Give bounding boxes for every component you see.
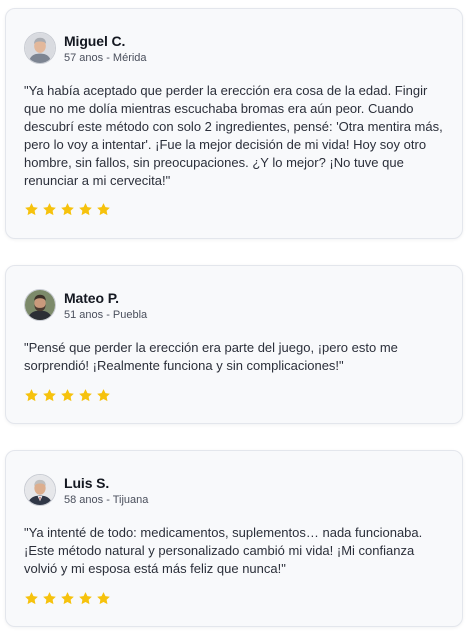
star-icon	[97, 203, 110, 216]
star-icon	[97, 592, 110, 605]
star-icon	[43, 389, 56, 402]
star-rating	[24, 591, 111, 606]
review-text: "Ya intenté de todo: medicamentos, suple…	[24, 525, 423, 576]
star-icon	[25, 203, 38, 216]
avatar	[24, 474, 56, 506]
star-rating	[24, 388, 111, 403]
star-rating	[24, 202, 111, 217]
star-icon	[43, 592, 56, 605]
star-icon	[79, 592, 92, 605]
star-icon	[79, 389, 92, 402]
review-header: Miguel C. 57 anos - Mérida	[24, 31, 147, 65]
star-icon	[43, 203, 56, 216]
man-avatar-icon	[25, 290, 55, 320]
reviewer-name: Mateo P.	[64, 289, 119, 306]
reviewer-age-city: 57 anos - Mérida	[64, 51, 147, 64]
star-icon	[61, 203, 74, 216]
man-avatar-icon	[25, 33, 55, 63]
avatar	[24, 289, 56, 321]
review-header: Mateo P. 51 anos - Puebla	[24, 288, 147, 322]
reviewer-age-city: 51 anos - Puebla	[64, 308, 148, 321]
review-card: Luis S. 58 anos - Tijuana "Ya intenté de…	[5, 450, 463, 627]
star-icon	[79, 203, 92, 216]
avatar	[24, 32, 56, 64]
star-icon	[61, 592, 74, 605]
star-icon	[25, 592, 38, 605]
man-avatar-icon	[25, 475, 55, 505]
star-icon	[25, 389, 38, 402]
reviewer-name: Luis S.	[64, 474, 110, 491]
star-icon	[61, 389, 74, 402]
reviewer-name: Miguel C.	[64, 32, 126, 49]
review-text: "Pensé que perder la erección era parte …	[24, 340, 398, 373]
review-card: Mateo P. 51 anos - Puebla "Pensé que per…	[5, 265, 463, 424]
review-text: "Ya había aceptado que perder la erecció…	[24, 83, 443, 188]
review-header: Luis S. 58 anos - Tijuana	[24, 473, 148, 507]
review-card: Miguel C. 57 anos - Mérida "Ya había ace…	[5, 8, 463, 239]
reviewer-age-city: 58 anos - Tijuana	[64, 493, 149, 506]
testimonials-list: Miguel C. 57 anos - Mérida "Ya había ace…	[0, 0, 468, 633]
star-icon	[97, 389, 110, 402]
